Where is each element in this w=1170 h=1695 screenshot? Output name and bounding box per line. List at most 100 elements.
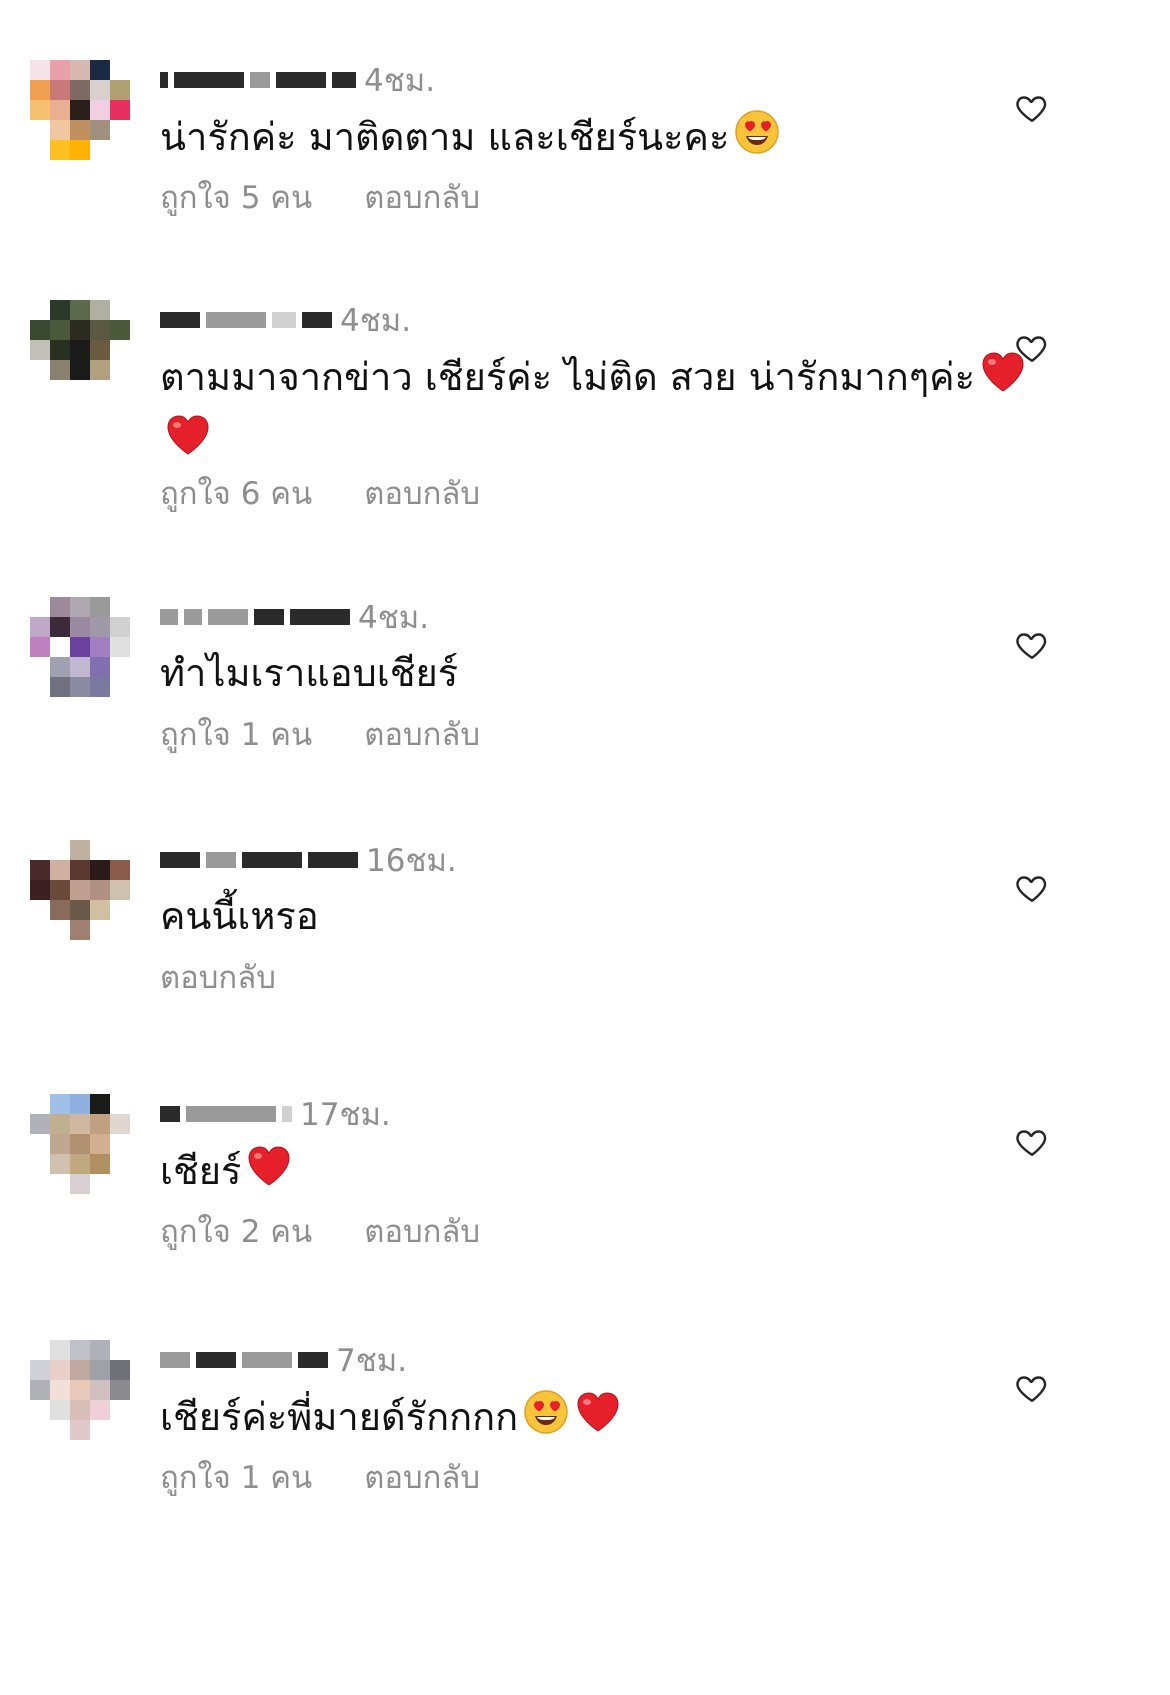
comment-item: 17ชม. เชียร์ ถูกใจ 2 คน ตอบกลับ — [0, 1094, 1170, 1324]
reply-button[interactable]: ตอบกลับ — [364, 709, 480, 759]
avatar[interactable] — [30, 597, 130, 697]
redaction-block — [196, 1352, 236, 1368]
comment-header: 4ชม. — [160, 300, 411, 340]
reply-button[interactable]: ตอบกลับ — [160, 952, 276, 1002]
avatar-pixel — [90, 920, 110, 940]
avatar-pixel — [70, 1340, 90, 1360]
avatar-pixel — [30, 340, 50, 360]
comment-actions: ตอบกลับ — [160, 952, 276, 1002]
avatar-pixel — [90, 300, 110, 320]
username-redacted[interactable] — [160, 602, 350, 632]
like-count-link[interactable]: ถูกใจ 1 คน — [160, 1452, 312, 1502]
like-count-link[interactable]: ถูกใจ 6 คน — [160, 468, 312, 518]
avatar[interactable] — [30, 1340, 130, 1440]
avatar-pixel — [90, 1094, 110, 1114]
avatar-pixel — [30, 597, 50, 617]
username-redacted[interactable] — [160, 305, 332, 335]
avatar-pixel — [90, 1174, 110, 1194]
avatar-pixel — [50, 677, 70, 697]
redaction-block — [160, 609, 178, 625]
redaction-block — [160, 72, 168, 88]
red-heart-emoji — [245, 1142, 293, 1205]
avatar-pixel — [70, 360, 90, 380]
avatar-pixel — [30, 900, 50, 920]
like-heart-icon[interactable] — [1014, 870, 1050, 906]
avatar-pixel — [90, 1340, 110, 1360]
avatar-pixel — [30, 637, 50, 657]
avatar-pixel — [70, 1380, 90, 1400]
avatar-pixel — [30, 80, 50, 100]
avatar-pixel — [50, 840, 70, 860]
avatar-pixel — [70, 677, 90, 697]
avatar-pixel — [30, 1400, 50, 1420]
comment-text: คนนี้เหรอ — [160, 888, 1040, 944]
redaction-block — [160, 852, 200, 868]
reply-button[interactable]: ตอบกลับ — [364, 1206, 480, 1256]
avatar[interactable] — [30, 300, 130, 400]
avatar-pixel — [30, 880, 50, 900]
username-redacted[interactable] — [160, 1345, 328, 1375]
comment-text: น่ารักค่ะ มาติดตาม และเชียร์นะคะ — [160, 108, 1040, 171]
username-redacted[interactable] — [160, 65, 356, 95]
redaction-block — [254, 609, 284, 625]
avatar-pixel — [90, 140, 110, 160]
avatar-pixel — [110, 597, 130, 617]
avatar-pixel — [90, 1360, 110, 1380]
heart-eyes-emoji — [733, 108, 781, 171]
avatar-pixel — [70, 1400, 90, 1420]
comment-timestamp: 4ชม. — [340, 303, 412, 339]
reply-button[interactable]: ตอบกลับ — [364, 468, 480, 518]
username-redacted[interactable] — [160, 1099, 292, 1129]
like-heart-icon[interactable] — [1014, 1370, 1050, 1406]
avatar-pixel — [70, 920, 90, 940]
avatar-pixel — [110, 1094, 130, 1114]
comment-text-content: เชียร์ค่ะพี่มายด์รักกกก — [160, 1395, 519, 1439]
comment-header: 4ชม. — [160, 60, 435, 100]
comment-actions: ถูกใจ 1 คน ตอบกลับ — [160, 709, 480, 759]
comment-text: เชียร์ค่ะพี่มายด์รักกกก — [160, 1388, 1040, 1451]
redaction-block — [160, 1352, 190, 1368]
like-count-link[interactable]: ถูกใจ 5 คน — [160, 172, 312, 222]
like-heart-icon[interactable] — [1014, 627, 1050, 663]
avatar[interactable] — [30, 60, 130, 160]
heart-eyes-emoji — [522, 1388, 570, 1451]
username-redacted[interactable] — [160, 845, 358, 875]
avatar-pixel — [90, 80, 110, 100]
comment-text-content: คนนี้เหรอ — [160, 894, 319, 938]
avatar-pixel — [30, 1340, 50, 1360]
avatar-pixel — [110, 1380, 130, 1400]
avatar-pixel — [110, 1340, 130, 1360]
like-heart-icon[interactable] — [1014, 330, 1050, 366]
avatar-pixel — [90, 340, 110, 360]
reply-button[interactable]: ตอบกลับ — [364, 172, 480, 222]
like-heart-icon[interactable] — [1014, 1124, 1050, 1160]
avatar-pixel — [30, 60, 50, 80]
comment-timestamp: 17ชม. — [300, 1097, 391, 1133]
avatar-pixel — [90, 120, 110, 140]
avatar-pixel — [110, 140, 130, 160]
redaction-block — [160, 312, 200, 328]
avatar-pixel — [110, 880, 130, 900]
avatar-pixel — [30, 860, 50, 880]
avatar-pixel — [110, 80, 130, 100]
redaction-block — [276, 72, 326, 88]
like-heart-icon[interactable] — [1014, 90, 1050, 126]
comment-timestamp: 7ชม. — [336, 1343, 408, 1379]
avatar-pixel — [30, 140, 50, 160]
comment-timestamp: 16ชม. — [366, 843, 457, 879]
redaction-block — [242, 852, 302, 868]
comment-item: 16ชม. คนนี้เหรอตอบกลับ — [0, 840, 1170, 1070]
avatar[interactable] — [30, 1094, 130, 1194]
comment-text: เชียร์ — [160, 1142, 1040, 1205]
avatar-pixel — [90, 360, 110, 380]
reply-button[interactable]: ตอบกลับ — [364, 1452, 480, 1502]
avatar-pixel — [90, 320, 110, 340]
avatar-pixel — [50, 880, 70, 900]
like-count-link[interactable]: ถูกใจ 1 คน — [160, 709, 312, 759]
redaction-block — [208, 609, 248, 625]
like-count-link[interactable]: ถูกใจ 2 คน — [160, 1206, 312, 1256]
avatar-pixel — [50, 1380, 70, 1400]
avatar-pixel — [30, 677, 50, 697]
avatar-pixel — [70, 1360, 90, 1380]
avatar[interactable] — [30, 840, 130, 940]
